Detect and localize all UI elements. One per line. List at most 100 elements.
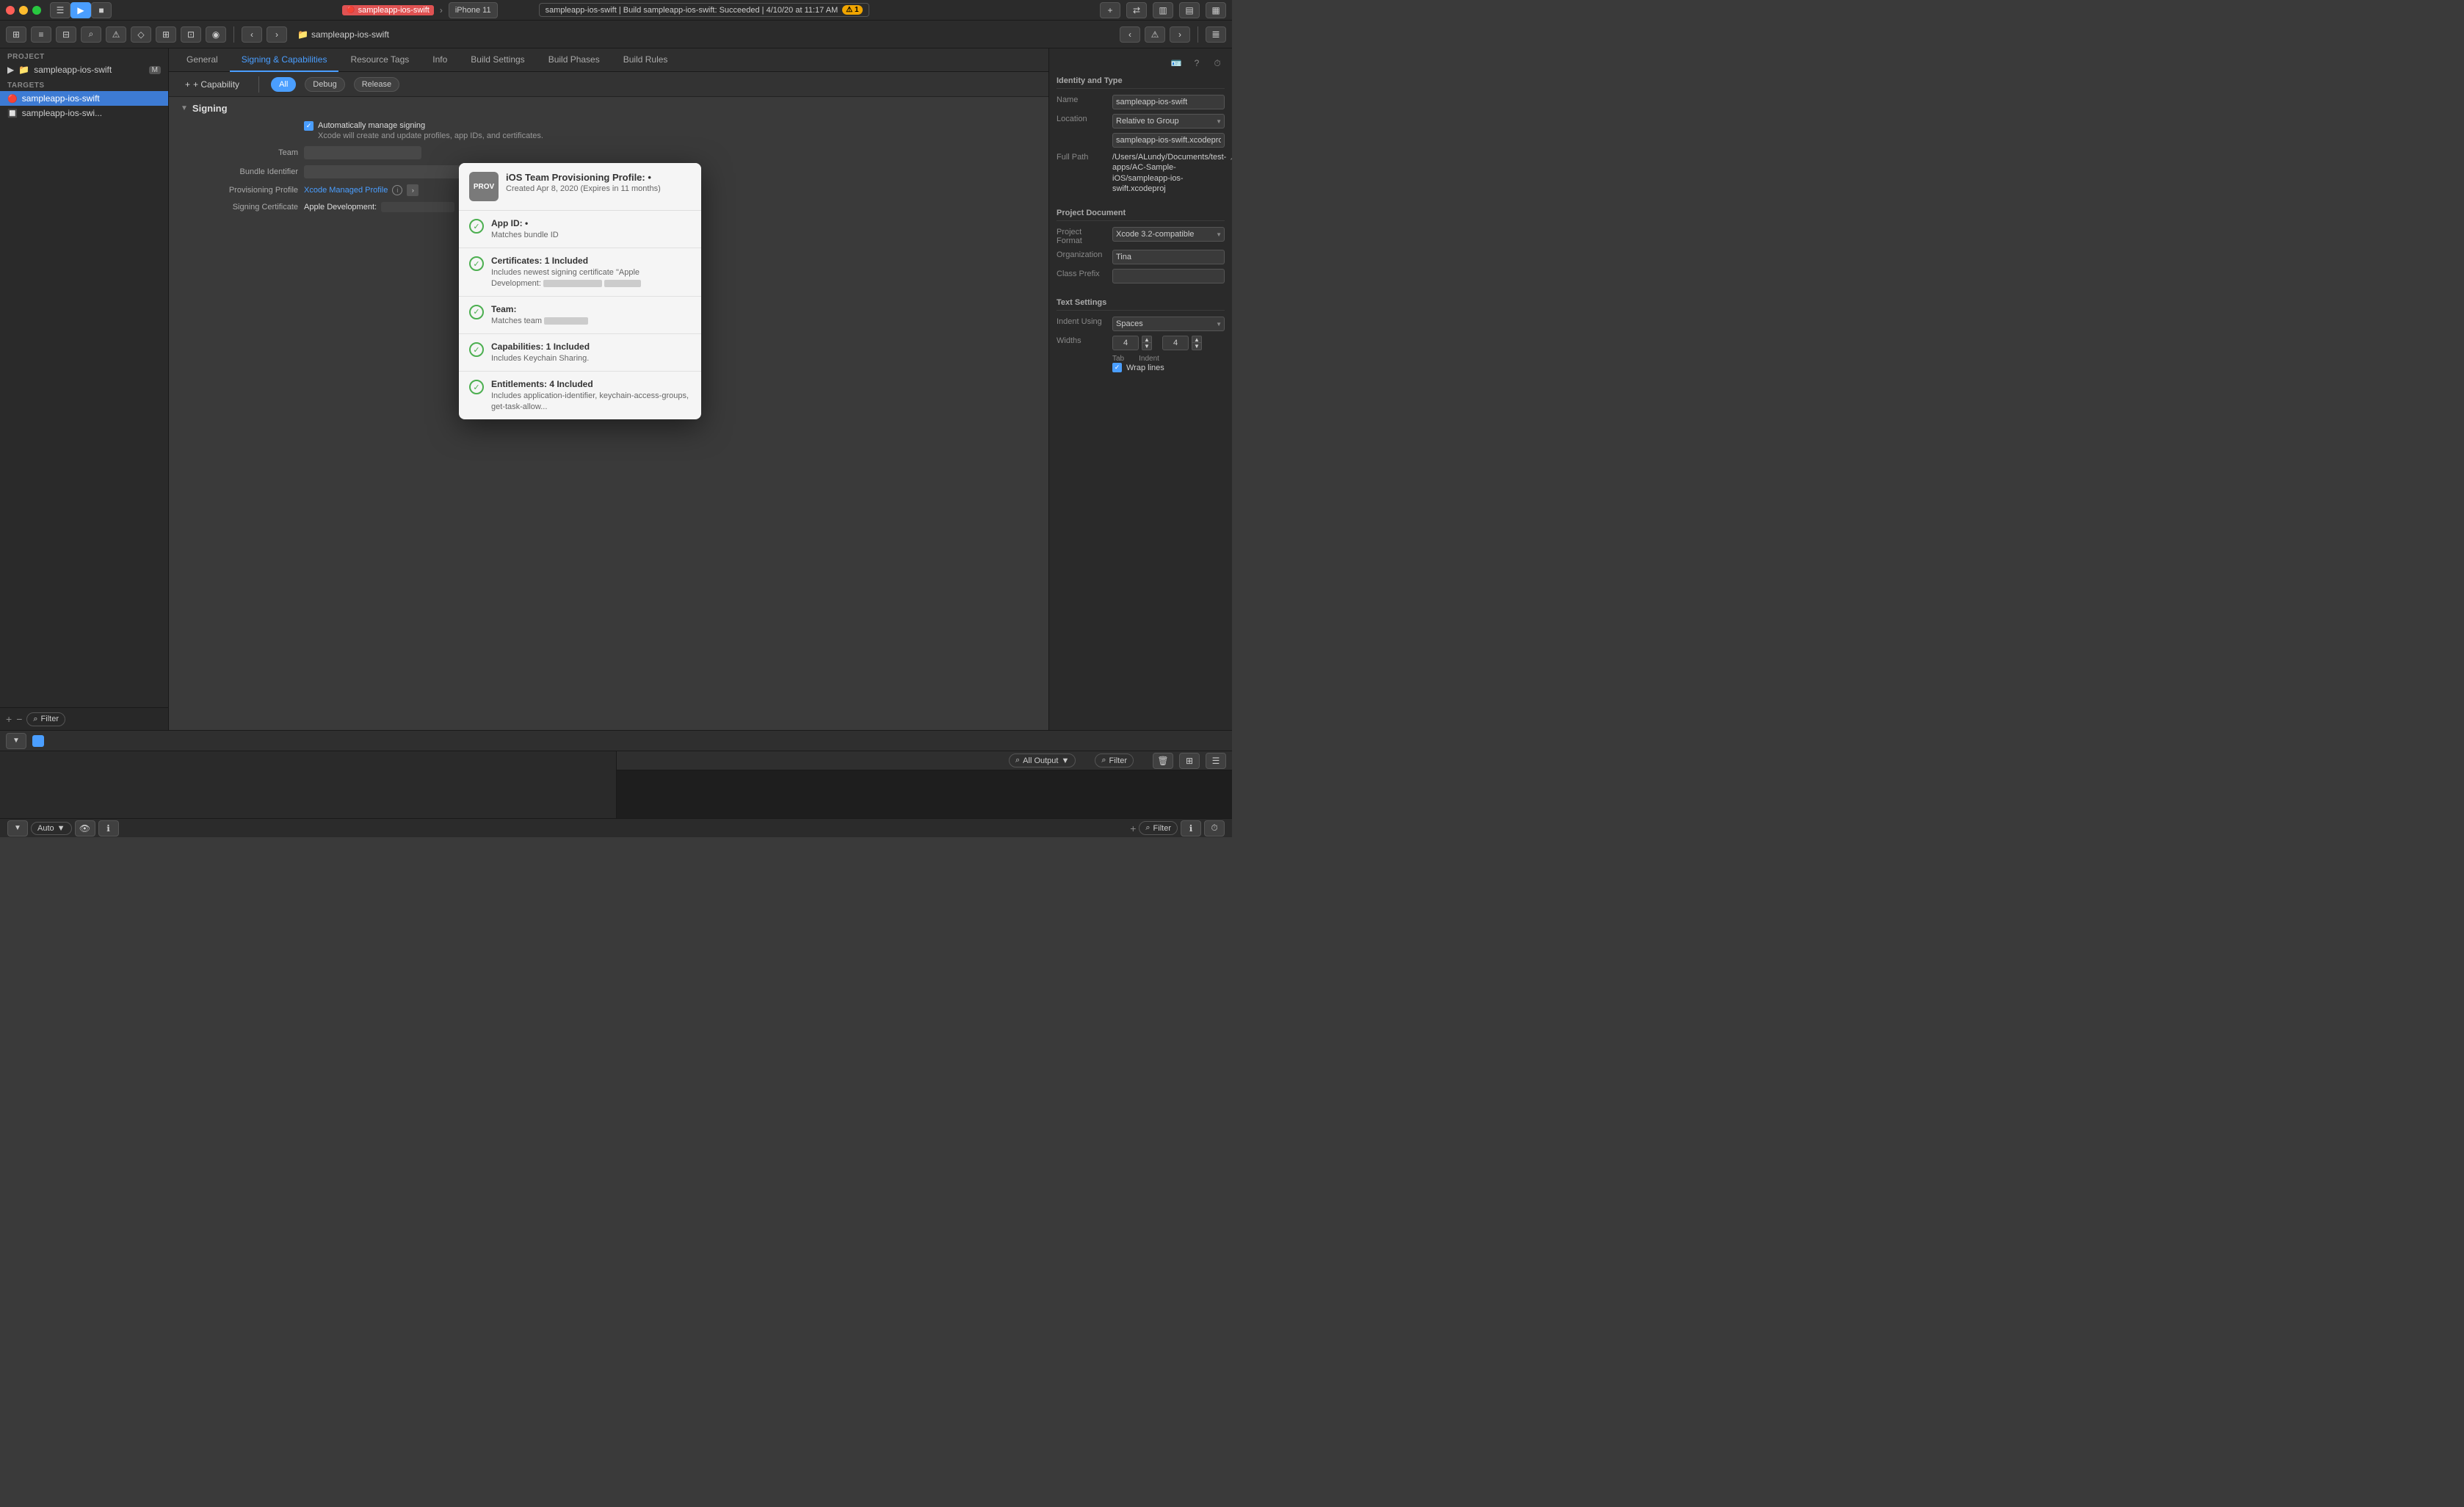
find-button[interactable]: ⌕ <box>81 26 101 43</box>
tab-build-settings[interactable]: Build Settings <box>459 48 536 72</box>
diff-button[interactable]: ⊞ <box>156 26 176 43</box>
add-filter-button[interactable]: + <box>1130 823 1136 834</box>
title-bar-center: 🔴 sampleapp-ios-swift › iPhone 11 sample… <box>112 2 1100 18</box>
auto-mode-pill[interactable]: Auto ▼ <box>31 822 72 835</box>
grid2-button[interactable]: ⊡ <box>181 26 201 43</box>
tab-down-arrow[interactable]: ▼ <box>1142 343 1152 350</box>
status-filter-pill[interactable]: ⌕ Filter <box>1139 821 1178 835</box>
split-view-button[interactable]: ⇄ <box>1126 2 1147 18</box>
tab-info[interactable]: Info <box>421 48 459 72</box>
add-capability-button[interactable]: + + Capability <box>178 77 247 92</box>
class-prefix-label: Class Prefix <box>1057 269 1108 278</box>
location-button[interactable]: ◉ <box>206 26 226 43</box>
tab-build-phases[interactable]: Build Phases <box>537 48 612 72</box>
popup-item-certs-content: Certificates: 1 Included Includes newest… <box>491 256 691 289</box>
tab-resource-tags[interactable]: Resource Tags <box>338 48 421 72</box>
popup-item-app-id-content: App ID: • Matches bundle ID <box>491 218 559 240</box>
provisioning-popup: PROV iOS Team Provisioning Profile: • Cr… <box>459 163 701 419</box>
status-view-btn1[interactable]: 👁 <box>75 820 95 836</box>
filter-all-button[interactable]: All <box>271 77 296 92</box>
indent-arrows: ▲ ▼ <box>1192 336 1202 350</box>
stop-button[interactable]: ■ <box>91 2 112 18</box>
run-button[interactable]: ▶ <box>70 2 91 18</box>
tab-input[interactable] <box>1112 336 1139 350</box>
project-format-select[interactable]: Xcode 3.2-compatible Xcode 12-compatible <box>1112 227 1225 242</box>
full-path-navigate-icon[interactable]: ↗ <box>1229 152 1232 162</box>
question-inspector-icon[interactable]: ? <box>1189 56 1204 71</box>
output-filter[interactable]: ⌕ All Output ▼ <box>1009 754 1076 767</box>
sidebar-item-project[interactable]: ▶ 📁 sampleapp-ios-swift M <box>0 62 168 77</box>
toolbar-right: ‹ ⚠ › 𝌆 <box>1120 26 1226 43</box>
status-bar: ▼ Auto ▼ 👁 ℹ + ⌕ Filter ℹ ⏱ <box>0 818 1232 837</box>
nav-back-button[interactable]: ‹ <box>242 26 262 43</box>
history-inspector-icon[interactable]: ⏱ <box>1210 56 1225 71</box>
sidebar-add-button[interactable]: + <box>6 713 12 725</box>
prov-profile-arrow[interactable]: › <box>407 184 418 196</box>
tab-up-arrow[interactable]: ▲ <box>1142 336 1152 343</box>
device-label[interactable]: iPhone 11 <box>449 2 498 18</box>
minimize-button[interactable] <box>19 6 28 15</box>
sidebar-remove-button[interactable]: − <box>16 713 22 725</box>
location-path-input[interactable] <box>1112 133 1225 148</box>
output-filter2[interactable]: ⌕ Filter <box>1095 754 1134 767</box>
add-tab-button[interactable]: + <box>1100 2 1120 18</box>
sidebar-toggle-button[interactable]: ☰ <box>50 2 70 18</box>
project-format-select-wrapper: Xcode 3.2-compatible Xcode 12-compatible <box>1112 227 1225 242</box>
layout-button2[interactable]: ▤ <box>1179 2 1200 18</box>
sidebar-filter-button[interactable]: ⌕ Filter <box>26 712 65 726</box>
bottom-toggle-button[interactable]: ▼ <box>6 733 26 749</box>
identity-inspector-icon[interactable]: 🪪 <box>1169 56 1184 71</box>
popup-subtitle: Created Apr 8, 2020 (Expires in 11 month… <box>506 184 661 193</box>
status-view-btn2[interactable]: ℹ <box>98 820 119 836</box>
status-time-btn[interactable]: ⏱ <box>1204 820 1225 836</box>
project-badge: M <box>149 66 161 74</box>
indent-input[interactable] <box>1162 336 1189 350</box>
list-view-button[interactable]: ≡ <box>31 26 51 43</box>
nav-prev-button[interactable]: ‹ <box>1120 26 1140 43</box>
popup-item-certs: ✓ Certificates: 1 Included Includes newe… <box>459 248 701 297</box>
popup-item-team: ✓ Team: Matches team <box>459 297 701 334</box>
build-status-text: sampleapp-ios-swift | Build sampleapp-io… <box>546 6 838 15</box>
prov-profile-info-icon[interactable]: i <box>392 185 402 195</box>
tab-bar: General Signing & Capabilities Resource … <box>169 48 1048 72</box>
close-button[interactable] <box>6 6 15 15</box>
diamond-button[interactable]: ◇ <box>131 26 151 43</box>
wrap-lines-checkbox[interactable]: ✓ <box>1112 363 1122 372</box>
team-input[interactable] <box>304 146 421 159</box>
status-view-toggle[interactable]: ▼ <box>7 820 28 836</box>
name-input[interactable] <box>1112 95 1225 109</box>
sidebar-item-target2[interactable]: 🔲 sampleapp-ios-swi... <box>0 106 168 120</box>
nav-next-button[interactable]: › <box>1170 26 1190 43</box>
filter-release-button[interactable]: Release <box>354 77 399 92</box>
bundle-id-input[interactable] <box>304 165 480 178</box>
filter-debug-button[interactable]: Debug <box>305 77 344 92</box>
class-prefix-input[interactable] <box>1112 269 1225 283</box>
indent-stepper: ▲ ▼ <box>1162 336 1202 350</box>
sidebar-item-target1[interactable]: 🔴 sampleapp-ios-swift <box>0 91 168 106</box>
warning-button[interactable]: ⚠ <box>106 26 126 43</box>
grid-view-button[interactable]: ⊞ <box>6 26 26 43</box>
tab-build-rules[interactable]: Build Rules <box>612 48 680 72</box>
location-select[interactable]: Relative to Group Absolute <box>1112 114 1225 129</box>
warning-nav-button[interactable]: ⚠ <box>1145 26 1165 43</box>
indent-using-select[interactable]: Spaces Tabs <box>1112 317 1225 331</box>
section-toggle-icon[interactable]: ▼ <box>181 104 188 112</box>
hierarchy-button[interactable]: ⊟ <box>56 26 76 43</box>
full-output-button[interactable]: ☰ <box>1206 753 1226 769</box>
tab-signing[interactable]: Signing & Capabilities <box>230 48 339 72</box>
indent-up-arrow[interactable]: ▲ <box>1192 336 1202 343</box>
nav-forward-button[interactable]: › <box>267 26 287 43</box>
maximize-button[interactable] <box>32 6 41 15</box>
tab-label: Tab <box>1112 355 1124 363</box>
status-info-btn[interactable]: ℹ <box>1181 820 1201 836</box>
layout-button3[interactable]: ▦ <box>1206 2 1226 18</box>
layout-button1[interactable]: ▥ <box>1153 2 1173 18</box>
trash-button[interactable]: 🗑 <box>1153 753 1173 769</box>
organization-input[interactable] <box>1112 250 1225 264</box>
tab-general[interactable]: General <box>175 48 230 72</box>
inspector-toggle[interactable]: 𝌆 <box>1206 26 1226 43</box>
auto-manage-checkbox[interactable]: ✓ <box>304 121 314 131</box>
split-output-button[interactable]: ⊞ <box>1179 753 1200 769</box>
project-format-row: Project Format Xcode 3.2-compatible Xcod… <box>1057 227 1225 245</box>
indent-down-arrow[interactable]: ▼ <box>1192 343 1202 350</box>
